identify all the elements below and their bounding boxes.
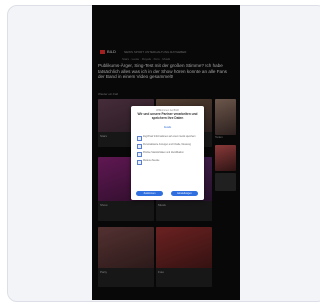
consent-option[interactable]: Präzise Standortdaten und Identifikation: [137, 152, 200, 158]
consent-dialog: Willkommen bei BILD Wir und unsere Partn…: [131, 106, 204, 200]
sub-navigation[interactable]: Stars · Leute · Royals · Kino · Musik: [122, 57, 170, 61]
article-tile[interactable]: [215, 173, 236, 191]
article-headline[interactable]: Publikums-Ärger, Sing-Test mit der große…: [98, 63, 234, 80]
tile-caption: Foto: [158, 269, 165, 274]
option-label: Weitere Zwecke: [143, 160, 160, 162]
checkbox[interactable]: [137, 144, 142, 149]
dialog-title: Wir und unsere Partner verarbeiten und s…: [137, 112, 198, 120]
tile-caption: Party: [100, 269, 108, 274]
article-tile[interactable]: Party: [98, 227, 154, 287]
site-logo[interactable]: [100, 50, 105, 54]
share-label[interactable]: Teilen: [215, 135, 223, 139]
consent-option[interactable]: Weitere Zwecke: [137, 160, 200, 166]
article-meta: Wieder ein Fall: [98, 92, 119, 96]
accept-button[interactable]: Zustimmen: [136, 191, 163, 196]
site-header: BILD NEWS SPORT UNTERHALTUNG RATGEBER: [96, 49, 236, 55]
checkbox[interactable]: [137, 160, 142, 165]
tile-caption: Stars: [100, 133, 108, 138]
checkbox[interactable]: [137, 152, 142, 157]
consent-option[interactable]: Personalisierte Anzeigen und Inhalte, Me…: [137, 144, 200, 150]
option-label: Zugriff auf Informationen auf einem Gerä…: [143, 136, 196, 138]
article-tile[interactable]: [215, 99, 236, 135]
tile-caption: Musik: [158, 202, 166, 207]
checkbox[interactable]: [137, 136, 142, 141]
consent-option[interactable]: Zugriff auf Informationen auf einem Gerä…: [137, 136, 200, 142]
option-label: Präzise Standortdaten und Identifikation: [143, 152, 184, 154]
settings-button[interactable]: Einstellungen: [171, 191, 198, 196]
brand-label: BILD: [107, 49, 116, 54]
option-label: Personalisierte Anzeigen und Inhalte, Me…: [143, 144, 191, 146]
tile-caption: Show: [100, 202, 108, 207]
article-tile[interactable]: [215, 145, 236, 171]
details-link[interactable]: Details: [135, 126, 200, 129]
top-navigation[interactable]: NEWS SPORT UNTERHALTUNG RATGEBER: [124, 49, 186, 55]
article-tile[interactable]: Foto: [156, 227, 212, 287]
